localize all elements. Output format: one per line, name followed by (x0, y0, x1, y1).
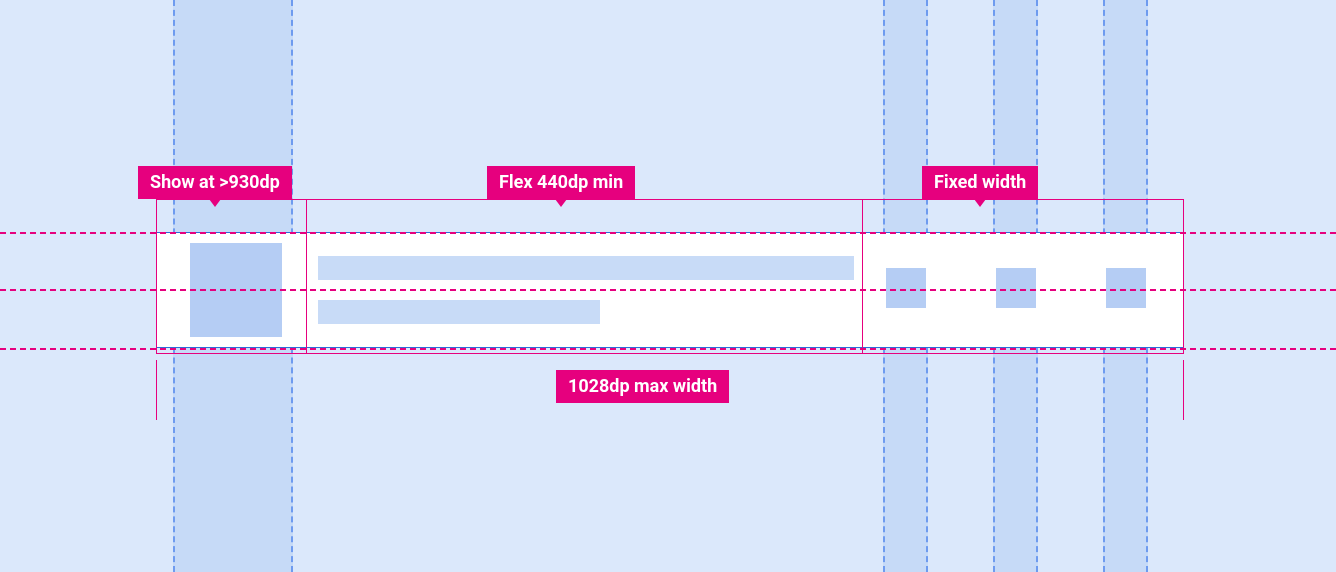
label-fixed-width: Fixed width (922, 166, 1038, 199)
container-outline (156, 199, 1184, 354)
label-flex-min: Flex 440dp min (487, 166, 635, 199)
column-divider-1 (306, 199, 307, 354)
column-divider-2 (862, 199, 863, 354)
label-show-breakpoint: Show at >930dp (138, 166, 292, 199)
layout-diagram: Show at >930dp Flex 440dp min Fixed widt… (0, 0, 1336, 572)
label-max-width: 1028dp max width (556, 370, 729, 403)
